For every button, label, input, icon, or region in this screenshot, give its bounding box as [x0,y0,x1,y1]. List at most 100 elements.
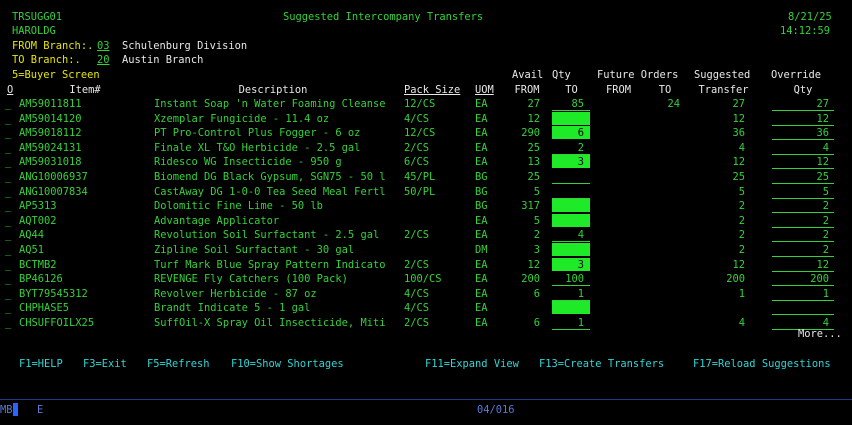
row-item-number: AQ51 [19,244,45,256]
f10-show-shortages[interactable]: F10=Show Shortages [231,358,344,370]
row-avail-from: 200 [521,273,540,285]
more-indicator: More... [798,328,842,340]
row-qty-to-input[interactable]: 3 [552,259,584,271]
qty-to-input-highlight[interactable] [552,301,590,314]
row-override-qty-input[interactable]: 12 [772,156,829,168]
col-future-to: TO [658,84,672,96]
row-description: Brandt Indicate 5 - 1 gal [154,302,311,314]
text-cursor [13,403,18,416]
row-suggested-transfer: 12 [732,156,745,168]
row-override-qty-input[interactable]: 12 [772,113,829,125]
row-option-field[interactable]: _ [5,302,11,314]
row-avail-from: 2 [533,229,540,241]
f13-create-transfers[interactable]: F13=Create Transfers [539,358,664,370]
row-item-number: AQ44 [19,229,45,241]
qty-to-input-highlight[interactable] [552,214,590,227]
row-qty-to-input[interactable]: 1 [552,317,584,329]
row-override-qty-input[interactable]: 4 [772,142,829,154]
row-description: Biomend DG Black Gypsum, SGN75 - 50 l [154,171,386,183]
row-uom: BG [475,171,488,183]
row-option-field[interactable]: _ [5,156,11,168]
qty-to-input-highlight[interactable] [552,112,590,125]
row-pack-size: 12/CS [404,98,436,110]
row-avail-from: 290 [521,127,540,139]
row-option-field[interactable]: _ [5,244,11,256]
user-name: HAROLDG [12,25,56,37]
row-option-field[interactable]: _ [5,273,11,285]
row-uom: EA [475,127,488,139]
row-option-field[interactable]: _ [5,215,11,227]
row-option-field[interactable]: _ [5,171,11,183]
row-override-qty-input[interactable]: 200 [772,273,829,285]
row-qty-to-input[interactable]: 100 [552,273,584,285]
row-qty-to-input[interactable]: 85 [552,98,584,110]
row-override-qty-input[interactable]: 1 [772,288,829,300]
qty-to-input-highlight[interactable] [552,243,590,256]
row-option-field[interactable]: _ [5,142,11,154]
row-pack-size: 2/CS [404,142,430,154]
row-option-field[interactable]: _ [5,113,11,125]
row-option-field[interactable]: _ [5,127,11,139]
status-indicator: E [37,404,44,416]
row-suggested-transfer: 4 [738,142,745,154]
row-override-qty-input[interactable]: 12 [772,259,829,271]
col-option: O [7,84,14,96]
row-qty-to-input[interactable]: 3 [552,156,584,168]
row-option-field[interactable]: _ [5,98,11,110]
row-uom: EA [475,113,488,125]
row-qty-to-input[interactable]: 4 [552,229,584,241]
f5-refresh[interactable]: F5=Refresh [147,358,210,370]
row-qty-to-input[interactable]: 1 [552,288,584,300]
to-branch-name: Austin Branch [122,54,204,66]
row-suggested-transfer: 2 [738,215,745,227]
f17-reload-suggestions[interactable]: F17=Reload Suggestions [693,358,831,370]
row-avail-from: 12 [527,113,540,125]
status-bar [0,399,852,425]
row-override-qty-input[interactable]: 27 [772,98,829,110]
row-suggested-transfer: 200 [726,273,745,285]
row-option-field[interactable]: _ [5,200,11,212]
row-avail-from: 6 [533,317,540,329]
col-uom: UOM [475,84,494,96]
row-uom: EA [475,215,488,227]
row-option-field[interactable]: _ [5,229,11,241]
row-option-field[interactable]: _ [5,186,11,198]
row-override-qty-input[interactable]: 2 [772,200,829,212]
row-override-qty-input[interactable]: 25 [772,171,829,183]
row-description: Ridesco WG Insecticide - 950 g [154,156,342,168]
to-branch-field[interactable]: 20 [97,54,110,66]
col-sugg-top: Suggested [694,69,751,81]
row-uom: EA [475,142,488,154]
qty-to-input-highlight[interactable] [552,199,590,212]
row-pack-size: 2/CS [404,317,430,329]
row-option-field[interactable]: _ [5,317,11,329]
row-override-qty-input[interactable]: 2 [772,229,829,241]
row-override-qty-input[interactable]: 36 [772,127,829,139]
row-item-number: AM59024131 [19,142,82,154]
row-override-qty-input[interactable]: 5 [772,186,829,198]
row-item-number: AM59014120 [19,113,82,125]
row-override-qty-input[interactable]: 2 [772,215,829,227]
f3-exit[interactable]: F3=Exit [83,358,127,370]
col-sugg-transfer: Transfer [698,84,749,96]
override-qty-input-line[interactable] [772,302,834,315]
row-description: CastAway DG 1-0-0 Tea Seed Meal Fertl [154,186,386,198]
row-override-qty-input[interactable]: 2 [772,244,829,256]
row-suggested-transfer: 5 [738,186,745,198]
qty-to-input-line[interactable] [552,186,590,199]
f1-help[interactable]: F1=HELP [19,358,63,370]
row-uom: EA [475,98,488,110]
row-avail-from: 27 [527,98,540,110]
col-future-top: Future Orders [597,69,679,81]
row-suggested-transfer: 36 [732,127,745,139]
qty-to-input-line[interactable] [552,171,590,184]
row-qty-to-input[interactable]: 2 [552,142,584,154]
col-pack-size: Pack Size [404,84,461,96]
f11-expand-view[interactable]: F11=Expand View [425,358,519,370]
row-item-number: AM59018112 [19,127,82,139]
row-qty-to-input[interactable]: 6 [552,127,584,139]
from-branch-field[interactable]: 03 [97,40,110,52]
row-description: Instant Soap 'n Water Foaming Cleanse [154,98,386,110]
row-option-field[interactable]: _ [5,259,11,271]
row-option-field[interactable]: _ [5,288,11,300]
